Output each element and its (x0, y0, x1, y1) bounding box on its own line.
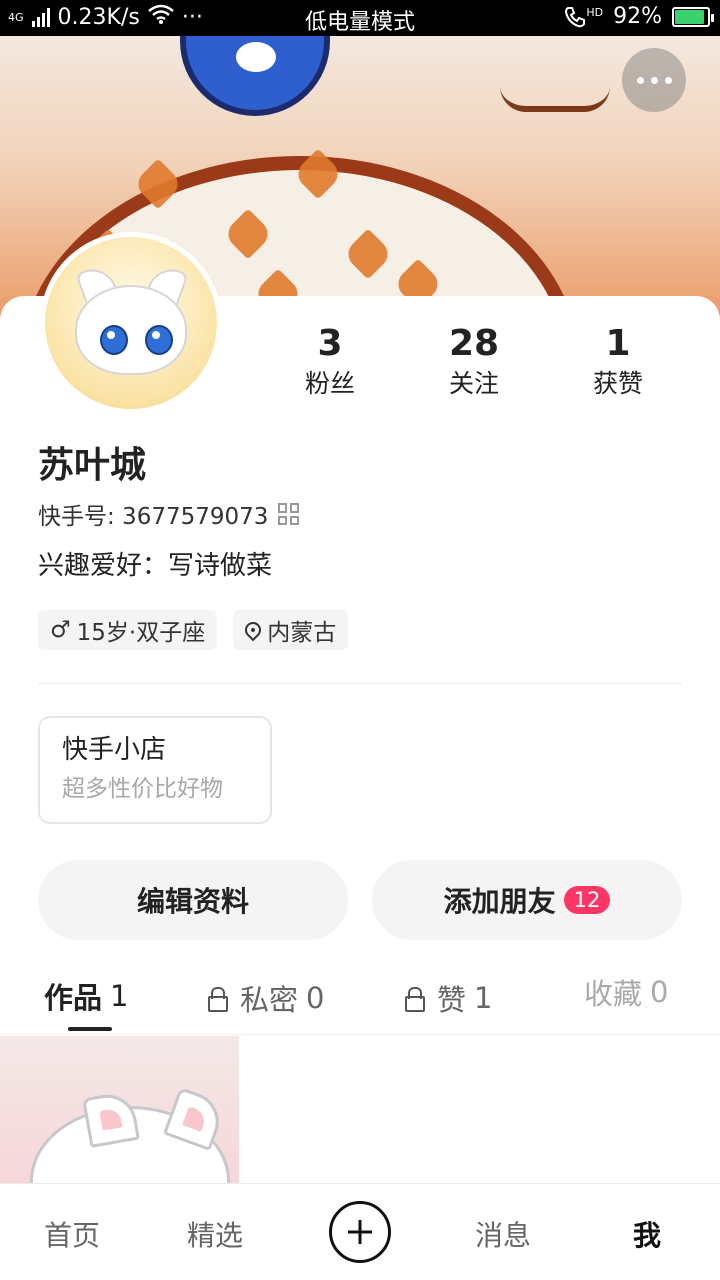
battery-icon (672, 6, 714, 27)
stat-following[interactable]: 28 关注 (402, 322, 546, 402)
nav-home[interactable]: 首页 (44, 1214, 100, 1254)
section-divider (38, 683, 682, 684)
likes-count: 1 (605, 323, 631, 364)
lock-icon (208, 987, 228, 1012)
tab-works-count: 1 (110, 979, 129, 1013)
profile-tags: ♂ 15岁·双子座 内蒙古 (38, 610, 349, 650)
following-label: 关注 (448, 369, 499, 398)
create-plus-button[interactable] (329, 1201, 391, 1263)
battery-fill (675, 9, 705, 24)
edit-profile-label: 编辑资料 (136, 885, 249, 918)
more-dots-icon (636, 76, 644, 84)
hd-call-icon: HD (564, 6, 603, 28)
stat-followers[interactable]: 3 粉丝 (258, 322, 402, 402)
add-friend-label: 添加朋友 (443, 885, 556, 918)
tab-private-label: 私密 (240, 983, 299, 1017)
kuaishou-id-row[interactable]: 快手号: 3677579073 (38, 497, 300, 531)
location-pin-icon (241, 618, 265, 642)
bottom-navigation: 首页 精选 消息 我 (0, 1183, 720, 1280)
following-count: 28 (448, 323, 500, 364)
nav-me[interactable]: 我 (633, 1214, 661, 1254)
tab-liked[interactable]: 赞 1 (405, 968, 492, 1028)
tab-works-label: 作品 (44, 981, 103, 1015)
profile-name: 苏叶城 (38, 445, 147, 486)
tab-liked-label: 赞 (437, 983, 467, 1017)
active-tab-indicator (68, 1027, 112, 1031)
likes-label: 获赞 (592, 369, 643, 398)
avatar[interactable] (40, 232, 222, 414)
location-tag: 内蒙古 (233, 610, 349, 650)
qr-code-icon[interactable] (278, 503, 300, 525)
more-options-button[interactable] (622, 48, 686, 112)
tab-works[interactable]: 作品 1 (44, 966, 128, 1026)
lock-icon (405, 987, 425, 1012)
male-icon: ♂ (50, 617, 71, 643)
tab-private-count: 0 (306, 981, 325, 1015)
status-bar: 4G 0.23K/s ··· 低电量模式 HD 92% (0, 0, 720, 36)
edit-profile-button[interactable]: 编辑资料 (38, 860, 348, 940)
work-thumbnail[interactable] (0, 1036, 239, 1184)
tabs-divider (0, 1034, 720, 1035)
kuaishou-shop-card[interactable]: 快手小店 超多性价比好物 (38, 716, 272, 824)
followers-count: 3 (317, 323, 343, 364)
add-friend-button[interactable]: 添加朋友 12 (372, 860, 682, 940)
stat-likes[interactable]: 1 获赞 (546, 322, 690, 402)
content-tabs: 作品 1 私密 0 赞 1 收藏 0 (0, 966, 720, 1034)
battery-percent: 92% (613, 4, 662, 29)
avatar-image (45, 237, 217, 409)
nav-messages[interactable]: 消息 (475, 1214, 531, 1254)
cover-art-eye (180, 36, 330, 116)
nav-featured[interactable]: 精选 (187, 1214, 243, 1254)
shop-subtitle: 超多性价比好物 (62, 776, 223, 802)
kuaishou-id: 快手号: 3677579073 (38, 504, 269, 530)
tab-liked-count: 1 (474, 981, 493, 1015)
age-zodiac-label: 15岁·双子座 (76, 620, 206, 646)
followers-label: 粉丝 (304, 369, 355, 398)
age-zodiac-tag: ♂ 15岁·双子座 (38, 610, 218, 650)
profile-bio: 兴趣爱好：写诗做菜 (38, 551, 273, 581)
tab-favorites-count: 0 (650, 975, 669, 1009)
shop-title: 快手小店 (62, 735, 167, 765)
profile-stats: 3 粉丝 28 关注 1 获赞 (258, 322, 690, 402)
tab-private[interactable]: 私密 0 (208, 968, 324, 1028)
tab-favorites[interactable]: 收藏 0 (584, 962, 668, 1022)
tab-favorites-label: 收藏 (584, 977, 643, 1011)
location-label: 内蒙古 (267, 620, 337, 646)
status-right: HD 92% (564, 4, 714, 29)
add-friend-badge: 12 (563, 886, 611, 914)
cover-art-lash (500, 86, 610, 112)
